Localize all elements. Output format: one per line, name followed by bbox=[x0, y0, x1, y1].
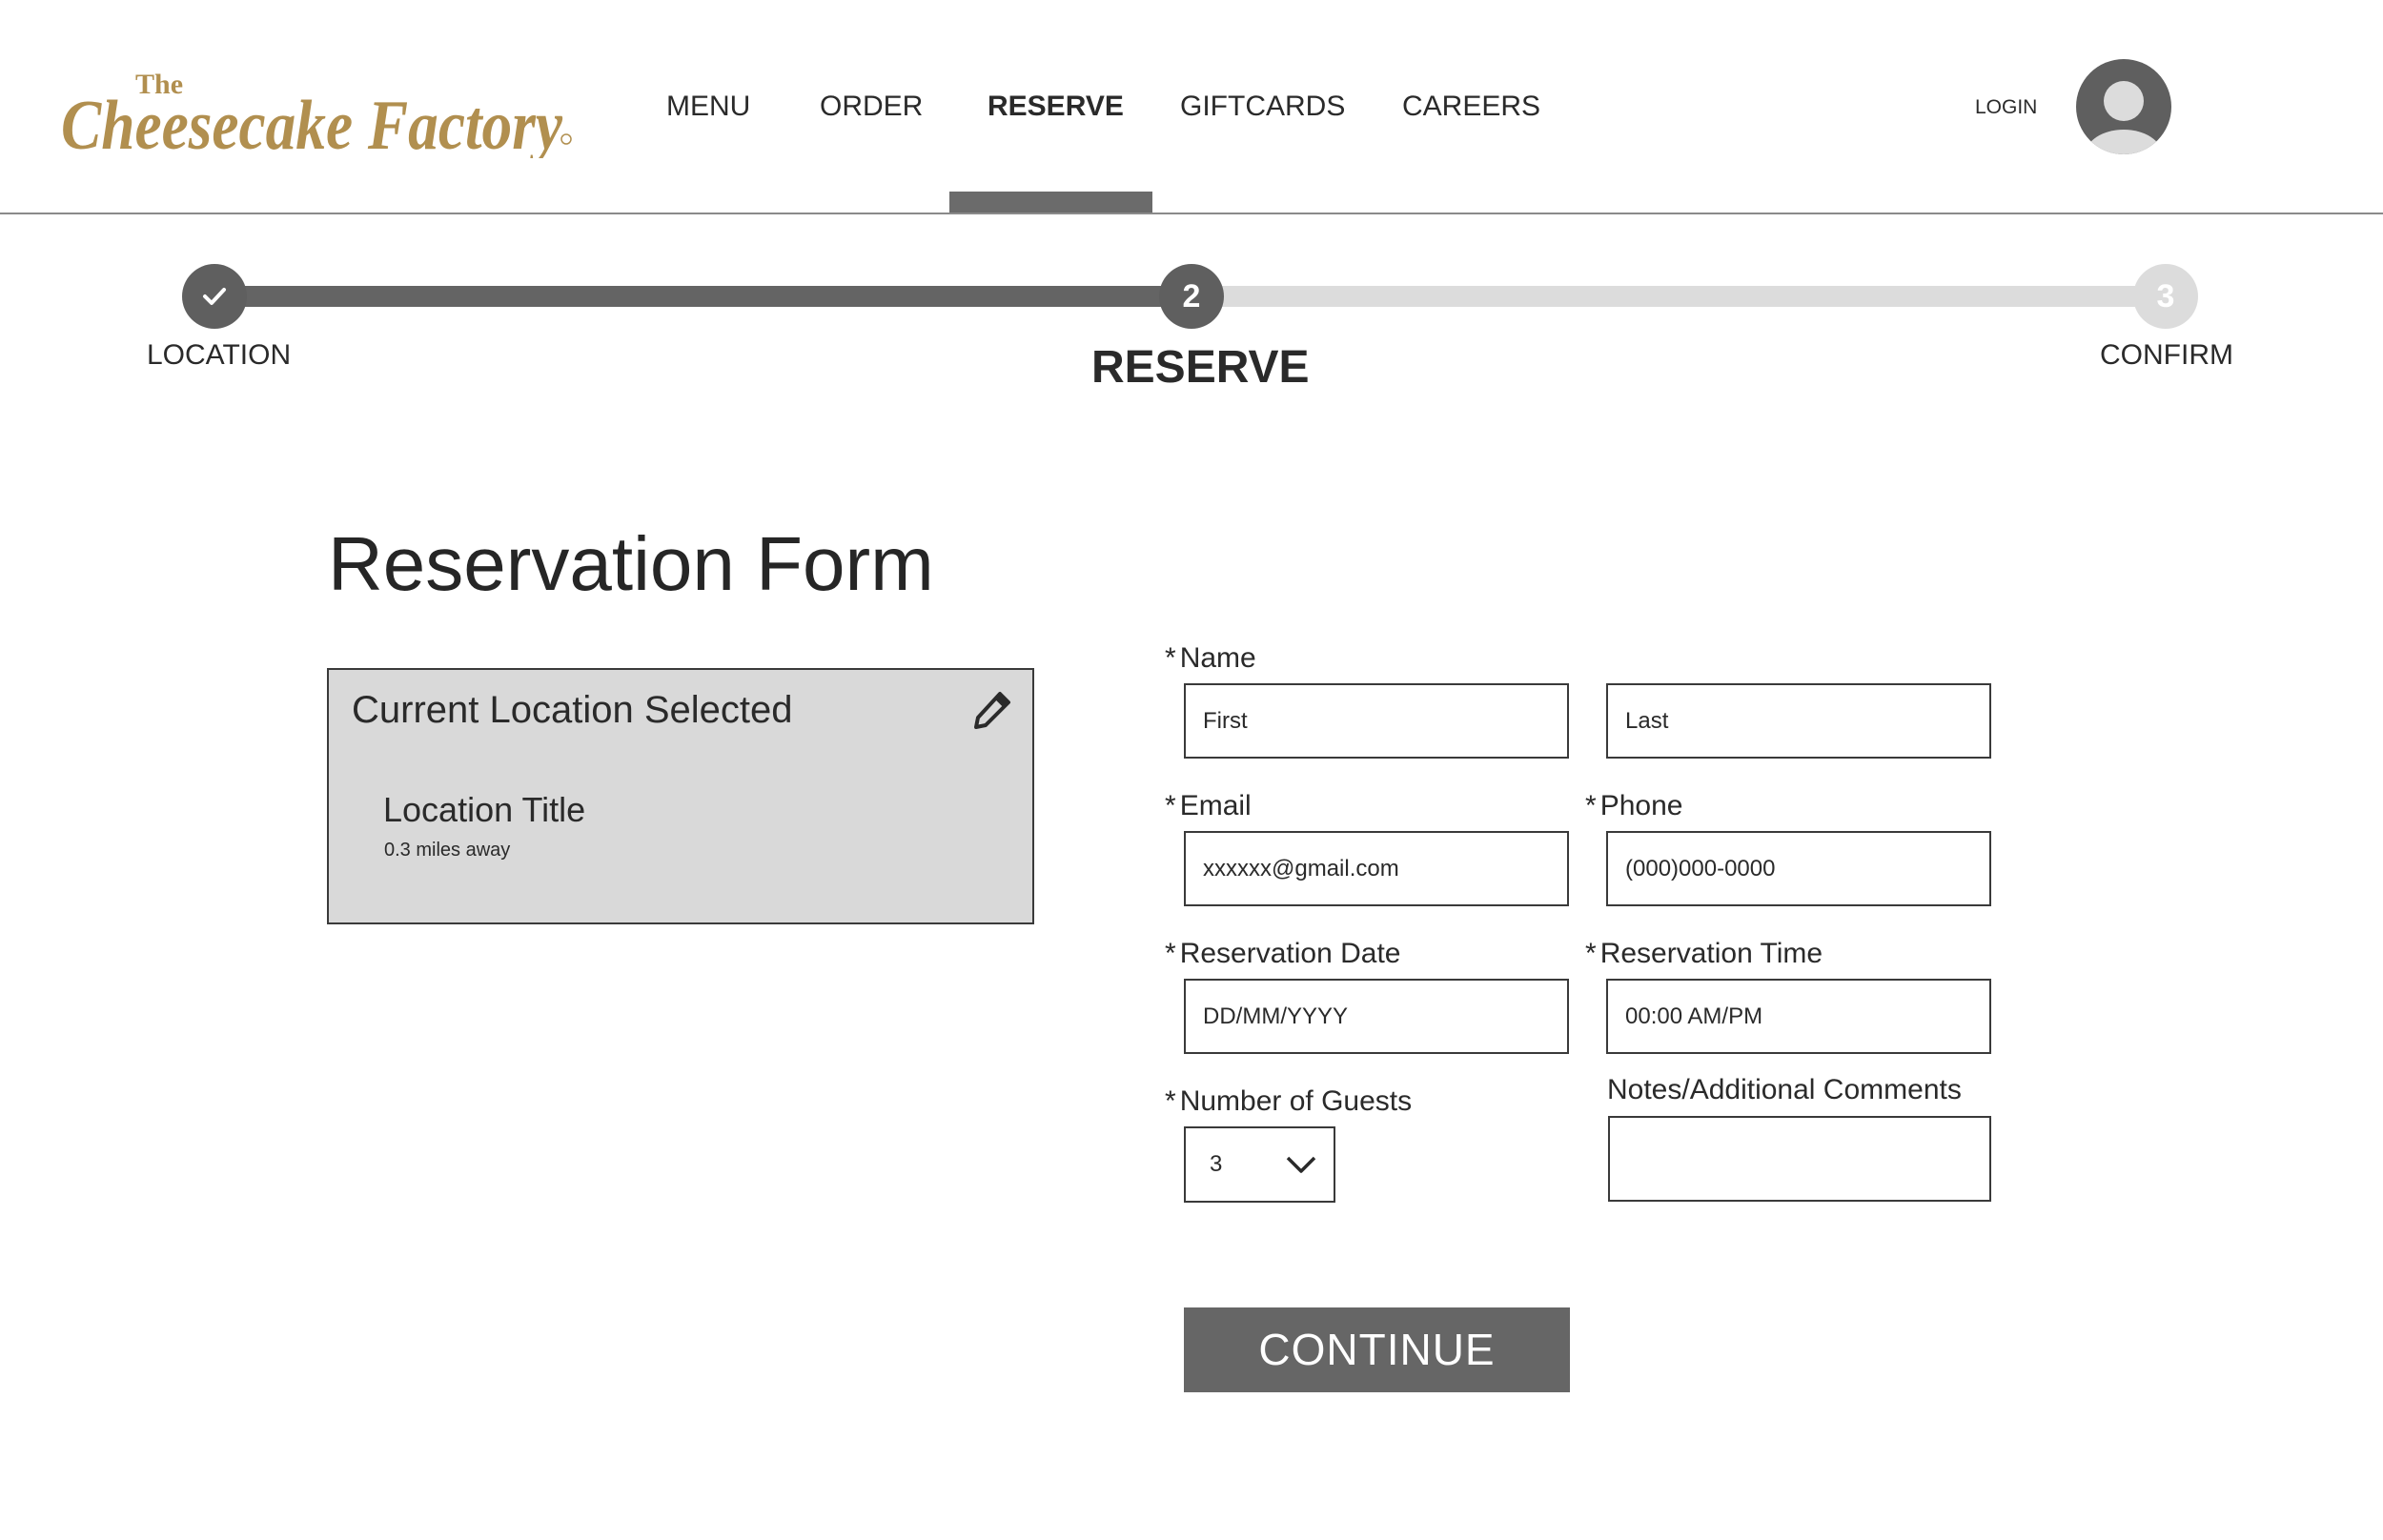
reservation-date-label: * Reservation Date bbox=[1165, 938, 1400, 970]
stepper-track-remaining bbox=[1192, 286, 2166, 307]
notes-label: Notes/Additional Comments bbox=[1607, 1074, 1962, 1105]
first-name-field[interactable]: First bbox=[1184, 683, 1569, 759]
site-header: The Cheesecake Factory MENU ORDER RESERV… bbox=[0, 0, 2383, 214]
name-label: * Name bbox=[1165, 642, 1256, 675]
nav-menu[interactable]: MENU bbox=[666, 88, 750, 126]
location-card-heading: Current Location Selected bbox=[352, 689, 793, 731]
step-3-label: CONFIRM bbox=[2100, 339, 2233, 371]
guests-label: * Number of Guests bbox=[1165, 1085, 1412, 1118]
step-3-circle: 3 bbox=[2133, 264, 2198, 329]
active-nav-indicator bbox=[949, 192, 1152, 213]
location-distance: 0.3 miles away bbox=[384, 840, 511, 861]
nav-careers[interactable]: CAREERS bbox=[1402, 88, 1540, 126]
reservation-date-field[interactable]: DD/MM/YYYY bbox=[1184, 979, 1569, 1054]
notes-textarea[interactable] bbox=[1608, 1116, 1991, 1202]
stepper-track-complete bbox=[214, 286, 1192, 307]
step-1-complete-circle[interactable] bbox=[182, 264, 247, 329]
cheesecake-factory-logo[interactable]: The Cheesecake Factory bbox=[59, 63, 574, 158]
continue-button[interactable]: CONTINUE bbox=[1184, 1307, 1570, 1392]
header-divider bbox=[0, 213, 2383, 214]
phone-label: * Phone bbox=[1585, 790, 1682, 822]
email-field[interactable]: xxxxxx@gmail.com bbox=[1184, 831, 1569, 906]
phone-label-text: Phone bbox=[1599, 790, 1683, 821]
nav-giftcards[interactable]: GIFTCARDS bbox=[1180, 88, 1345, 126]
guests-select[interactable]: 3 bbox=[1184, 1126, 1335, 1203]
reservation-date-label-text: Reservation Date bbox=[1179, 938, 1401, 969]
login-link[interactable]: LOGIN bbox=[1975, 95, 2037, 120]
email-label-text: Email bbox=[1179, 790, 1252, 821]
required-asterisk: * bbox=[1165, 642, 1176, 674]
pencil-edit-icon[interactable] bbox=[971, 689, 1013, 731]
page-title: Reservation Form bbox=[328, 521, 934, 606]
required-asterisk: * bbox=[1585, 938, 1597, 969]
location-title: Location Title bbox=[383, 790, 586, 829]
chevron-down-icon bbox=[1286, 1156, 1316, 1173]
required-asterisk: * bbox=[1165, 1085, 1176, 1117]
required-asterisk: * bbox=[1165, 790, 1176, 821]
svg-text:Cheesecake Factory: Cheesecake Factory bbox=[61, 87, 563, 158]
selected-location-card: Current Location Selected Location Title… bbox=[327, 668, 1034, 924]
nav-order[interactable]: ORDER bbox=[820, 88, 923, 126]
step-2-label: RESERVE bbox=[1091, 342, 1310, 393]
reservation-time-label: * Reservation Time bbox=[1585, 938, 1823, 970]
guests-label-text: Number of Guests bbox=[1179, 1085, 1413, 1117]
email-label: * Email bbox=[1165, 790, 1252, 822]
phone-field[interactable]: (000)000-0000 bbox=[1606, 831, 1991, 906]
reservation-time-label-text: Reservation Time bbox=[1599, 938, 1823, 969]
last-name-field[interactable]: Last bbox=[1606, 683, 1991, 759]
checkmark-icon bbox=[203, 288, 226, 305]
name-label-text: Name bbox=[1179, 642, 1256, 674]
required-asterisk: * bbox=[1165, 938, 1176, 969]
guests-selected-value: 3 bbox=[1210, 1151, 1223, 1177]
user-avatar-icon[interactable] bbox=[2076, 59, 2171, 154]
nav-reserve[interactable]: RESERVE bbox=[988, 88, 1124, 126]
reservation-time-field[interactable]: 00:00 AM/PM bbox=[1606, 979, 1991, 1054]
step-1-label: LOCATION bbox=[147, 339, 292, 371]
required-asterisk: * bbox=[1585, 790, 1597, 821]
step-2-circle: 2 bbox=[1159, 264, 1224, 329]
